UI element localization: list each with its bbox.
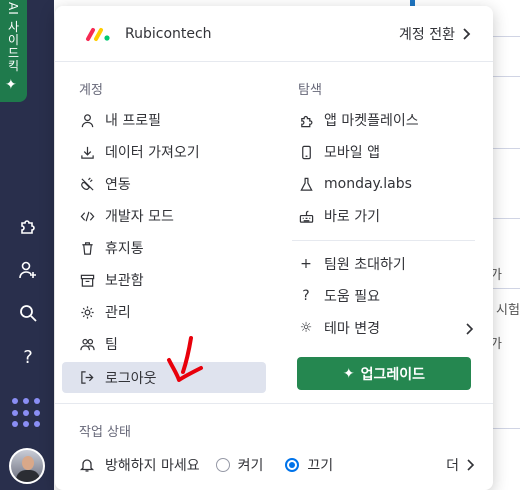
dnd-on-label: 켜기 <box>237 458 264 474</box>
menu-item-import-data[interactable]: 데이터 가져오기 <box>79 138 200 166</box>
archive-icon <box>79 272 95 288</box>
mobile-icon <box>298 144 314 160</box>
menu-item-mobile-app[interactable]: 모바일 앱 <box>298 138 380 166</box>
menu-item-admin[interactable]: 관리 <box>79 298 131 326</box>
menu-item-developer-mode[interactable]: 개발자 모드 <box>79 202 174 230</box>
menu-item-label: 바로 가기 <box>324 209 380 225</box>
add-user-icon[interactable] <box>16 258 40 282</box>
account-menu: Rubicontech 계정 전환 계정 탐색 내 프로필 데이터 가져오기 연… <box>55 6 493 490</box>
more-status-button[interactable]: 더 <box>446 455 475 475</box>
download-icon <box>79 144 95 160</box>
account-name: Rubicontech <box>125 26 212 42</box>
settings-icon <box>79 304 95 320</box>
menu-item-app-marketplace[interactable]: 앱 마켓플레이스 <box>298 106 419 134</box>
sparkle-icon: ✦ <box>5 77 17 93</box>
bell-icon <box>79 459 95 472</box>
monday-logo-icon <box>86 28 110 41</box>
question-icon: ? <box>302 288 310 304</box>
divider <box>292 240 475 241</box>
menu-item-change-theme[interactable]: ☼ 테마 변경 <box>298 314 474 342</box>
menu-item-label: 개발자 모드 <box>105 209 174 225</box>
plug-icon <box>79 176 95 192</box>
section-title-explore: 탐색 <box>298 83 322 98</box>
menu-item-label: 도움 필요 <box>324 289 380 305</box>
menu-item-label: 로그아웃 <box>105 370 157 387</box>
help-icon[interactable]: ? <box>16 345 40 369</box>
menu-item-label: 테마 변경 <box>324 321 380 337</box>
annotation-arrow-icon <box>167 336 203 382</box>
do-not-disturb-label: 방해하지 마세요 <box>105 458 200 474</box>
menu-item-label: 데이터 가져오기 <box>105 145 200 161</box>
apps-grid-icon[interactable] <box>12 398 42 428</box>
dnd-off-option[interactable]: 끄기 <box>285 455 333 475</box>
menu-item-help[interactable]: ? 도움 필요 <box>298 282 380 310</box>
user-icon <box>79 112 95 128</box>
left-nav-rail: AI 사이드킥 ✦ ? <box>0 0 54 490</box>
menu-item-label: monday.labs <box>324 176 412 192</box>
menu-item-label: 내 프로필 <box>105 113 161 129</box>
radio-off-selected[interactable] <box>285 458 300 472</box>
switch-account-button[interactable]: 계정 전환 <box>399 24 471 44</box>
keyboard-icon <box>298 208 314 224</box>
flask-icon <box>298 176 314 192</box>
menu-item-teams[interactable]: 팀 <box>79 330 118 358</box>
divider <box>55 61 493 62</box>
switch-account-label: 계정 전환 <box>399 27 455 43</box>
account-brand: Rubicontech <box>85 26 212 42</box>
ai-sidekick-label: AI 사이드킥 <box>6 2 20 73</box>
divider <box>55 403 493 404</box>
menu-item-trash[interactable]: 휴지통 <box>79 234 144 262</box>
upgrade-label: 업그레이드 <box>360 366 426 383</box>
dnd-on-option[interactable]: 켜기 <box>215 455 264 475</box>
code-icon <box>79 208 95 224</box>
menu-item-label: 팀 <box>105 337 118 353</box>
background-cell-text: 시험 <box>496 303 520 318</box>
work-status-row: 방해하지 마세요 켜기 끄기 더 <box>79 453 475 477</box>
menu-item-label: 관리 <box>105 305 131 321</box>
plus-icon: + <box>300 256 312 272</box>
logout-icon <box>79 370 95 386</box>
menu-item-label: 휴지통 <box>105 241 144 257</box>
menu-item-monday-labs[interactable]: monday.labs <box>298 170 412 198</box>
team-icon <box>79 336 95 352</box>
menu-item-integrations[interactable]: 연동 <box>79 170 131 198</box>
avatar[interactable] <box>9 448 45 484</box>
menu-item-profile[interactable]: 내 프로필 <box>79 106 161 134</box>
menu-item-label: 연동 <box>105 177 131 193</box>
radio-on[interactable] <box>215 458 230 472</box>
sun-icon: ☼ <box>299 320 313 336</box>
menu-item-shortcuts[interactable]: 바로 가기 <box>298 202 380 230</box>
chevron-right-icon <box>463 28 471 40</box>
search-icon[interactable] <box>16 301 40 325</box>
section-title-account: 계정 <box>79 83 103 98</box>
menu-item-label: 보관함 <box>105 273 144 289</box>
dnd-off-label: 끄기 <box>307 458 334 474</box>
puzzle-icon <box>298 112 314 128</box>
menu-item-label: 팀원 초대하기 <box>324 257 406 273</box>
sparkle-icon: ✦ <box>342 365 355 382</box>
puzzle-icon[interactable] <box>16 214 40 238</box>
more-label: 더 <box>446 458 459 474</box>
chevron-right-icon <box>467 459 475 471</box>
menu-item-invite-members[interactable]: + 팀원 초대하기 <box>298 250 406 278</box>
section-title-work-status: 작업 상태 <box>79 425 131 440</box>
menu-item-label: 앱 마켓플레이스 <box>324 113 419 129</box>
ai-sidekick-button[interactable]: AI 사이드킥 ✦ <box>0 0 27 102</box>
trash-icon <box>79 240 95 256</box>
chevron-right-icon <box>466 323 474 335</box>
menu-item-archive[interactable]: 보관함 <box>79 266 144 294</box>
upgrade-button[interactable]: ✦ 업그레이드 <box>297 357 471 390</box>
menu-item-label: 모바일 앱 <box>324 145 380 161</box>
